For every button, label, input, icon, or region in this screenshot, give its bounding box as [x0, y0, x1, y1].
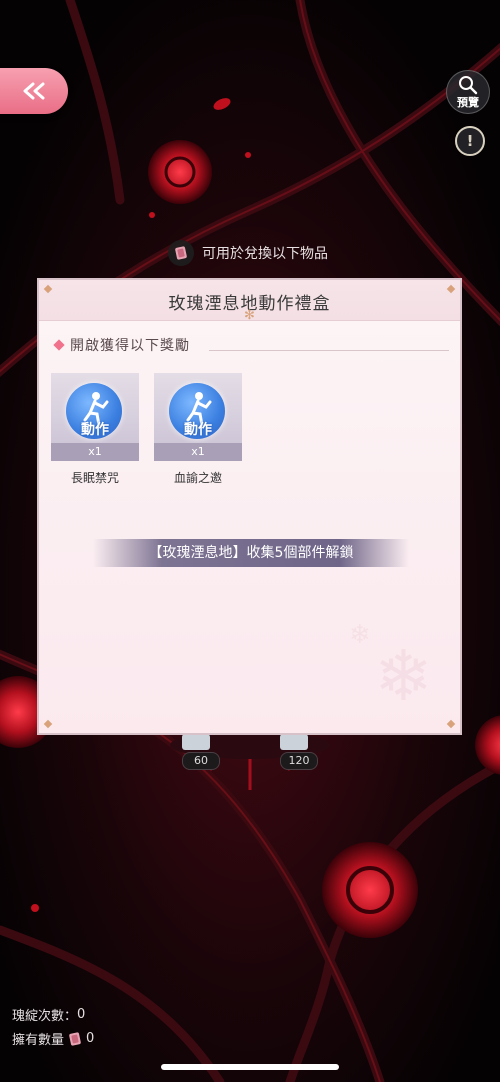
ticket-icon: [168, 240, 194, 266]
home-indicator[interactable]: [161, 1064, 339, 1070]
preview-button[interactable]: 預覽: [446, 70, 490, 114]
dialog-title-bar: 玫瑰湮息地動作禮盒 ✻: [39, 280, 460, 323]
info-button[interactable]: !: [455, 126, 485, 156]
diamond-icon: [53, 339, 65, 351]
spin-count: 瑰綻次數： 0: [12, 1005, 85, 1024]
snowflake-decor-icon: ❄: [349, 620, 371, 650]
reward-dialog: ❄ ❄ ❄ ❄ 玫瑰湮息地動作禮盒 ✻ 開啟獲得以下獎勵 動作 x1 長眠禁咒: [37, 274, 462, 735]
double-chevron-left-icon: [23, 82, 45, 100]
owned-count: 擁有數量 0: [12, 1029, 94, 1048]
milestone-count: 60: [182, 752, 220, 770]
reward-item-icon-text: 動作: [184, 422, 212, 438]
section-title: 開啟獲得以下獎勵: [70, 338, 190, 354]
reward-item-name: 長眠禁咒: [70, 471, 119, 485]
exclamation-icon: !: [466, 132, 474, 150]
preview-label: 預覽: [457, 96, 479, 109]
corner-decor: [43, 719, 53, 729]
ticket-icon: [69, 1031, 81, 1046]
reward-item-icon-box: 動作 x1: [51, 373, 139, 461]
spin-count-value: 0: [77, 1007, 86, 1022]
reward-item[interactable]: 動作 x1 血諭之邀: [154, 373, 242, 486]
reward-item-icon-text: 動作: [81, 422, 109, 438]
snowflake-decor-icon: ❄: [374, 635, 433, 717]
back-button[interactable]: [0, 68, 68, 114]
spin-count-label: 瑰綻次數：: [12, 1009, 78, 1024]
exchange-hint: 可用於兌換以下物品: [168, 239, 328, 267]
exchange-text: 可用於兌換以下物品: [202, 246, 328, 262]
reward-item-name: 血諭之邀: [173, 471, 222, 485]
owned-count-label: 擁有數量: [12, 1033, 65, 1048]
milestone-count: 120: [280, 752, 318, 770]
reward-item-quantity: x1: [154, 443, 242, 461]
magnifier-icon: [459, 76, 478, 95]
corner-decor: [446, 719, 456, 729]
snowflake-small-icon: ✻: [244, 308, 255, 323]
owned-count-value: 0: [86, 1031, 95, 1046]
unlock-banner: 【玫瑰湮息地】收集5個部件解鎖: [93, 539, 409, 567]
reward-item[interactable]: 動作 x1 長眠禁咒: [51, 373, 139, 486]
reward-item-icon-box: 動作 x1: [154, 373, 242, 461]
section-divider: [209, 350, 449, 351]
reward-item-quantity: x1: [51, 443, 139, 461]
section-header: 開啟獲得以下獎勵: [53, 335, 190, 355]
